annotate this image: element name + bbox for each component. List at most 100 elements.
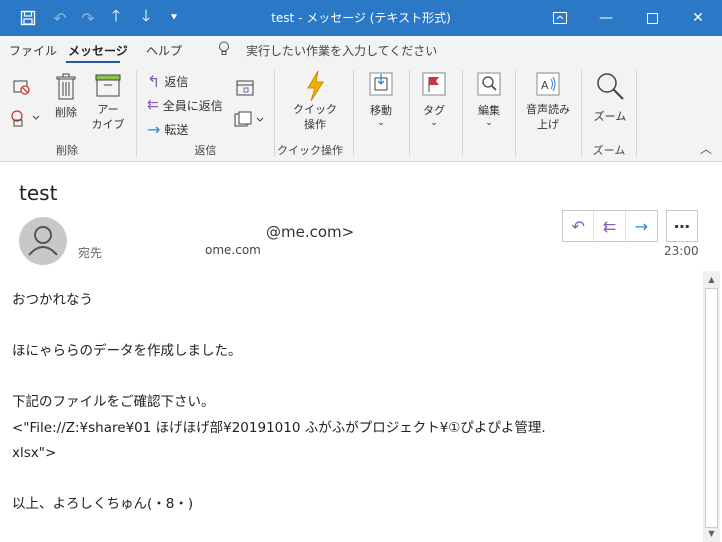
divider bbox=[515, 70, 516, 156]
tab-help[interactable]: ヘルプ bbox=[146, 42, 182, 59]
move-icon bbox=[369, 72, 393, 96]
editing-button[interactable]: 編集 ⌄ bbox=[467, 70, 511, 128]
reply-all-action-button[interactable]: ⇇ bbox=[594, 211, 626, 241]
delete-button[interactable]: 削除 bbox=[48, 72, 84, 120]
vertical-scrollbar[interactable]: ▲ ▼ bbox=[703, 271, 720, 542]
move-label: 移動 bbox=[370, 104, 392, 117]
menu-bar: ファイル メッセージ ヘルプ 実行したい作業を入力してください bbox=[0, 36, 722, 64]
quick-steps-button[interactable]: クイック 操作 bbox=[283, 70, 347, 132]
message-pane: test @me.com> 宛先 ome.com ↶ ⇇ → ⋯ 23:00 お… bbox=[0, 163, 722, 542]
sent-time: 23:00 bbox=[664, 244, 699, 258]
body-line: xlsx"> bbox=[12, 445, 57, 461]
ribbon: 削除 アー カイブ 削除 ↰ 返信 ⇇ 全員に返信 → 転送 返信 クイック 操… bbox=[0, 64, 722, 162]
reply-icon: ↶ bbox=[571, 216, 585, 236]
title-bar: ↶ ↷ 🡑 🡓 ⯆ test - メッセージ (テキスト形式) — ✕ bbox=[0, 0, 722, 36]
respond-group-label: 返信 bbox=[194, 144, 217, 157]
tags-button[interactable]: タグ ⌄ bbox=[414, 70, 454, 128]
reply-all-icon: ⇇ bbox=[602, 216, 617, 236]
meeting-icon bbox=[236, 80, 254, 96]
editing-label: 編集 bbox=[478, 104, 500, 117]
forward-icon: → bbox=[147, 119, 161, 139]
read-aloud-button[interactable]: A 音声読み 上げ bbox=[519, 70, 577, 132]
tags-dropdown-icon: ⌄ bbox=[430, 118, 438, 128]
reply-icon: ↰ bbox=[147, 71, 161, 91]
divider bbox=[409, 70, 410, 156]
ellipsis-icon: ⋯ bbox=[674, 216, 690, 236]
divider bbox=[353, 70, 354, 156]
archive-label: アー カイブ bbox=[91, 103, 125, 131]
body-line: ほにゃららのデータを作成しました。 bbox=[12, 343, 242, 359]
maximize-button[interactable] bbox=[629, 0, 675, 36]
scroll-down-icon[interactable]: ▼ bbox=[703, 525, 720, 542]
zoom-button[interactable]: ズーム bbox=[588, 70, 632, 124]
lightbulb-icon bbox=[218, 41, 230, 60]
read-aloud-label: 音声読み 上げ bbox=[526, 103, 570, 131]
reply-all-label: 全員に返信 bbox=[162, 98, 223, 113]
delete-group-label: 削除 bbox=[56, 144, 78, 157]
reply-action-button[interactable]: ↶ bbox=[563, 211, 595, 241]
cleanup-button[interactable] bbox=[8, 108, 42, 131]
respond-group: ↰ 返信 ⇇ 全員に返信 → 転送 返信 bbox=[137, 64, 274, 162]
forward-icon: → bbox=[634, 216, 649, 236]
quick-steps-group-label: クイック操作 bbox=[277, 144, 343, 157]
message-body[interactable]: おつかれなう ほにゃららのデータを作成しました。 下記のファイルをご確認下さい。… bbox=[12, 288, 692, 518]
trash-icon bbox=[56, 73, 76, 100]
zoom-group: ズーム ズーム bbox=[582, 64, 636, 162]
active-tab-indicator bbox=[66, 61, 120, 63]
body-line: 下記のファイルをご確認下さい。 bbox=[12, 394, 215, 410]
tab-message[interactable]: メッセージ bbox=[68, 42, 128, 59]
scroll-up-icon[interactable]: ▲ bbox=[703, 271, 720, 288]
to-recipient[interactable]: ome.com bbox=[205, 243, 261, 257]
body-line bbox=[12, 314, 692, 340]
zoom-group-label: ズーム bbox=[592, 144, 626, 157]
person-icon bbox=[28, 226, 58, 256]
magnifier-icon bbox=[597, 73, 624, 100]
collapse-ribbon-icon[interactable]: ︿ bbox=[700, 140, 712, 157]
search-icon bbox=[477, 72, 501, 96]
tags-label: タグ bbox=[423, 104, 445, 117]
quick-actions: ↶ ⇇ → bbox=[562, 210, 658, 242]
reply-all-icon: ⇇ bbox=[147, 97, 159, 113]
body-line: 以上、よろしくちゅん(・8・) bbox=[12, 496, 194, 512]
to-label: 宛先 bbox=[78, 246, 103, 260]
archive-icon bbox=[95, 74, 121, 97]
ignore-icon bbox=[13, 80, 30, 95]
ribbon-display-icon[interactable] bbox=[537, 0, 583, 36]
more-respond-button[interactable] bbox=[233, 110, 267, 133]
flag-icon bbox=[422, 72, 446, 96]
body-line: <"File://Z:¥share¥01 ほげほげ部¥20191010 ふがふが… bbox=[12, 419, 546, 436]
forward-action-button[interactable]: → bbox=[626, 211, 657, 241]
avatar[interactable] bbox=[19, 217, 67, 265]
sender-address[interactable]: @me.com> bbox=[266, 223, 354, 241]
move-dropdown-icon: ⌄ bbox=[377, 118, 385, 128]
body-line bbox=[12, 365, 692, 391]
divider bbox=[462, 70, 463, 156]
forward-button[interactable]: → 転送 bbox=[147, 119, 188, 139]
reply-button[interactable]: ↰ 返信 bbox=[147, 71, 188, 91]
body-line: おつかれなう bbox=[12, 292, 93, 308]
archive-button[interactable]: アー カイブ bbox=[90, 72, 126, 132]
tab-file[interactable]: ファイル bbox=[9, 42, 57, 59]
move-button[interactable]: 移動 ⌄ bbox=[358, 70, 404, 128]
quick-steps-label: クイック 操作 bbox=[293, 103, 337, 131]
tell-me-search[interactable]: 実行したい作業を入力してください bbox=[246, 42, 437, 59]
minimize-button[interactable]: — bbox=[583, 0, 629, 36]
delete-group: 削除 アー カイブ 削除 bbox=[0, 64, 134, 162]
reply-label: 返信 bbox=[164, 74, 189, 89]
more-actions-button[interactable]: ⋯ bbox=[666, 210, 698, 242]
zoom-label: ズーム bbox=[593, 110, 627, 123]
svg-text:A: A bbox=[541, 79, 549, 92]
speaker-icon: A bbox=[536, 72, 560, 96]
quick-steps-group: クイック 操作 クイック操作 bbox=[275, 64, 353, 162]
close-button[interactable]: ✕ bbox=[675, 0, 721, 36]
body-line bbox=[12, 467, 692, 493]
reply-all-button[interactable]: ⇇ 全員に返信 bbox=[147, 95, 223, 115]
editing-dropdown-icon: ⌄ bbox=[485, 118, 493, 128]
delete-label: 削除 bbox=[55, 106, 77, 119]
divider bbox=[636, 70, 637, 156]
ignore-button[interactable] bbox=[8, 78, 34, 96]
cleanup-icon bbox=[11, 110, 40, 127]
scroll-thumb[interactable] bbox=[705, 288, 718, 528]
meeting-button[interactable] bbox=[233, 78, 257, 101]
lightning-icon bbox=[307, 70, 324, 102]
